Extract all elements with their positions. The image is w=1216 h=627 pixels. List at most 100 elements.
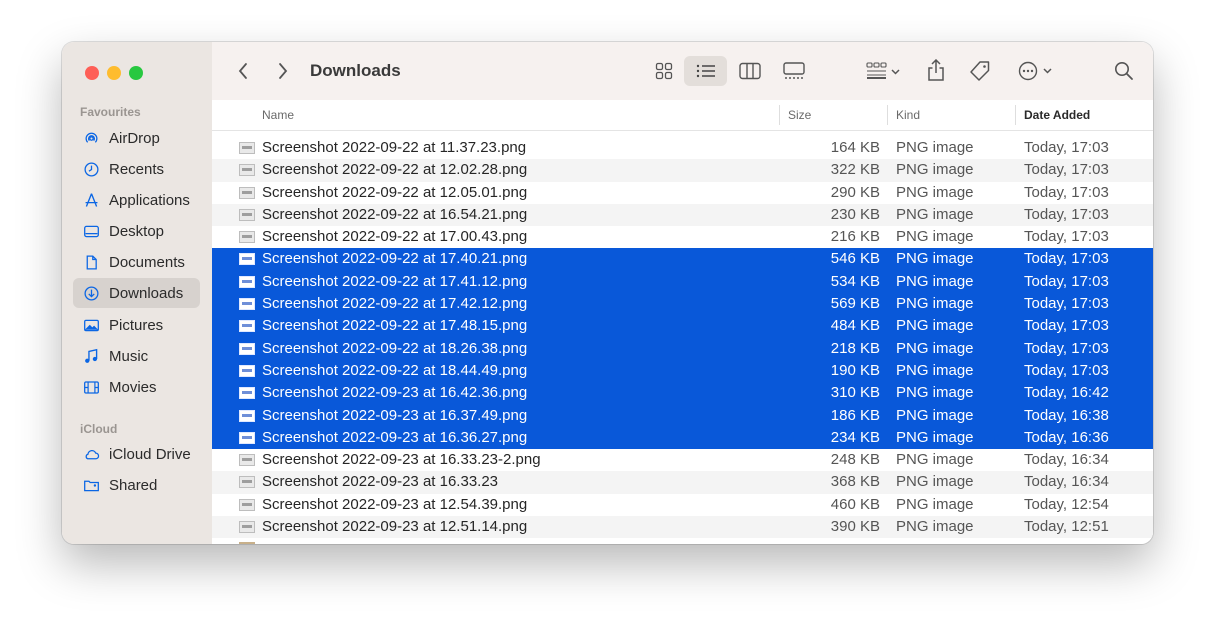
icon-view-button[interactable] [650, 57, 678, 85]
sidebar: Favourites AirDrop Recents Applications … [62, 42, 213, 544]
file-row[interactable]: Screenshot 2022-09-22 at 17.42.12.png 569… [212, 293, 1153, 316]
search-icon [1115, 62, 1133, 80]
group-by-button[interactable] [862, 57, 904, 85]
file-date-added: Today, 17:03 [1024, 339, 1109, 357]
sidebar-item-airdrop[interactable]: AirDrop [73, 123, 200, 153]
file-size: 460 KB [830, 495, 880, 513]
film-icon [82, 378, 100, 396]
chevron-left-icon [238, 63, 247, 79]
sidebar-item-downloads[interactable]: Downloads [73, 278, 200, 308]
list-view-button[interactable] [684, 56, 727, 86]
sidebar-item-desktop[interactable]: Desktop [73, 216, 200, 246]
file-row[interactable]: Screenshot 2022-09-23 at 16.33.23-2.png 2… [212, 449, 1153, 471]
column-header-date-added[interactable]: Date Added [1024, 100, 1090, 130]
file-row[interactable]: Screenshot 2022-09-22 at 16.54.21.png 230… [212, 203, 1153, 227]
back-button[interactable] [232, 59, 254, 83]
column-header-name[interactable]: Name [262, 100, 294, 130]
file-size: 368 KB [830, 473, 880, 491]
file-row[interactable]: Screenshot 2022-09-22 at 12.05.01.png 290… [212, 182, 1153, 204]
file-row[interactable]: Screenshot 2022-09-23 at 16.42.36.png 310… [212, 382, 1153, 405]
file-row[interactable]: Screenshot 2022-09-22 at 17.40.21.png 546… [212, 248, 1153, 271]
sidebar-item-pictures[interactable]: Pictures [73, 310, 200, 340]
file-row[interactable]: Screenshot 2022-09-22 at 17.41.12.png 534… [212, 270, 1153, 294]
minimize-button[interactable] [107, 66, 121, 80]
file-kind: PNG image [896, 228, 974, 246]
toolbar: Downloads [212, 42, 1153, 101]
column-view-button[interactable] [736, 57, 764, 85]
file-kind: PNG image [896, 161, 974, 179]
ellipsis-circle-icon [1018, 61, 1052, 81]
grid-icon [655, 62, 673, 80]
file-date-added: Today, 16:42 [1024, 384, 1109, 402]
file-date-added: Today, 16:38 [1024, 406, 1109, 424]
gallery-icon [783, 62, 805, 79]
file-row[interactable]: Screenshot 2022-09-22 at 18.26.38.png 218… [212, 337, 1153, 360]
file-kind: PNG image [896, 473, 974, 491]
music-note-icon [82, 347, 100, 365]
tag-button[interactable] [966, 57, 994, 85]
file-kind: PNG image [896, 295, 974, 313]
file-date-added: Today, 17:03 [1024, 139, 1109, 156]
file-thumbnail-icon [239, 476, 255, 489]
file-date-added: Today, 17:03 [1024, 250, 1109, 268]
sidebar-item-applications[interactable]: Applications [73, 185, 200, 215]
file-thumbnail-icon [239, 208, 255, 221]
window-controls [85, 66, 143, 80]
file-thumbnail-icon [239, 186, 255, 199]
sidebar-item-label: Applications [109, 191, 190, 209]
forward-button[interactable] [272, 59, 294, 83]
sidebar-item-shared[interactable]: Shared [73, 470, 200, 500]
column-header-kind[interactable]: Kind [896, 100, 920, 130]
file-row[interactable]: Screenshot 2022-09-22 at 12.02.28.png 322… [212, 159, 1153, 182]
file-size: 164 KB [830, 139, 880, 156]
file-kind: PNG image [896, 272, 974, 290]
search-button[interactable] [1110, 57, 1138, 85]
column-divider[interactable] [887, 105, 888, 125]
favourites-heading: Favourites [80, 105, 141, 119]
file-thumbnail-icon [239, 231, 255, 244]
sidebar-item-music[interactable]: Music [73, 341, 200, 371]
download-icon [82, 284, 100, 302]
file-kind: PNG image [896, 451, 974, 469]
column-header-size[interactable]: Size [788, 100, 811, 130]
file-row[interactable]: Screenshot 2022-09-22 at 17.48.15.png 484… [212, 315, 1153, 338]
close-button[interactable] [85, 66, 99, 80]
cloud-icon [82, 445, 100, 463]
file-name: Screenshot 2022-09-22 at 17.42.12.png [262, 295, 528, 313]
more-actions-button[interactable] [1016, 57, 1058, 85]
file-row[interactable]: Screenshot 2022-09-23 at 12.54.39.png 460… [212, 494, 1153, 516]
column-divider[interactable] [779, 105, 780, 125]
sidebar-item-documents[interactable]: Documents [73, 247, 200, 277]
sidebar-item-label: Desktop [109, 222, 165, 240]
file-thumbnail-icon [239, 431, 255, 444]
share-button[interactable] [922, 55, 950, 85]
file-name: Screenshot 2022-09-23 at 16.33.23-2.png [262, 451, 541, 469]
file-kind: PNG image [896, 361, 974, 379]
sidebar-item-recents[interactable]: Recents [73, 154, 200, 184]
applications-icon [82, 191, 100, 209]
zoom-button[interactable] [129, 66, 143, 80]
file-thumbnail-icon [239, 542, 255, 544]
file-name: Screenshot 2022-09-22 at 12.05.01.png [262, 183, 528, 201]
list-icon [696, 64, 715, 78]
file-size: 216 KB [830, 228, 880, 246]
file-row[interactable]: Screenshot 2022-09-22 at 17.00.43.png 216… [212, 226, 1153, 248]
file-row[interactable]: Screenshot 2022-09-23 at 16.33.23 368 KB P… [212, 471, 1153, 494]
file-row[interactable]: Screenshot 2022-09-23 at 12.51.14.png 390… [212, 516, 1153, 539]
column-divider[interactable] [1015, 105, 1016, 125]
sidebar-item-label: Shared [109, 476, 158, 494]
file-row[interactable]: Screenshot 2022-09-22 at 11.37.23.png 164… [212, 137, 1153, 159]
file-row[interactable]: Screenshot 2022-09-22 at 18.44.49.png 190… [212, 359, 1153, 383]
file-kind: PNG image [896, 317, 974, 335]
airdrop-icon [82, 129, 100, 147]
file-size: 390 KB [830, 518, 880, 536]
sidebar-item-label: iCloud Drive [109, 445, 191, 463]
sidebar-item-icloud-drive[interactable]: iCloud Drive [73, 439, 200, 469]
file-row[interactable]: Screenshot 2022-09-23 at 16.36.27.png 234… [212, 426, 1153, 450]
file-row[interactable]: Screenshot 2022-09-23 at 16.37.49.png 186… [212, 404, 1153, 427]
file-kind: PNG image [896, 339, 974, 357]
file-date-added: Today, 17:03 [1024, 161, 1109, 179]
file-date-added: Today, 17:03 [1024, 317, 1109, 335]
sidebar-item-movies[interactable]: Movies [73, 372, 200, 402]
gallery-view-button[interactable] [780, 57, 808, 85]
